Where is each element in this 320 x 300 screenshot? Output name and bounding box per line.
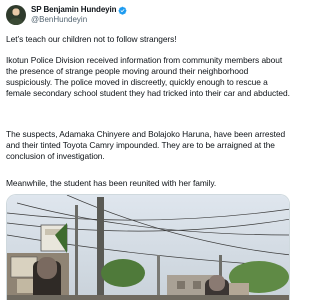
tweet-header: SP Benjamin Hundeyin @BenHundeyin [6, 4, 127, 26]
author-handle[interactable]: @BenHundeyin [31, 15, 127, 25]
tweet-paragraph: Ikotun Police Division received informat… [6, 55, 290, 98]
author-names: SP Benjamin Hundeyin @BenHundeyin [31, 5, 127, 25]
tweet-paragraph: Meanwhile, the student has been reunited… [6, 178, 217, 188]
street-scene-image [7, 195, 289, 300]
author-name-row: SP Benjamin Hundeyin [31, 5, 127, 15]
tweet-paragraph: Let’s teach our children not to follow s… [6, 34, 177, 44]
author-display-name[interactable]: SP Benjamin Hundeyin [31, 5, 117, 15]
tweet-photo[interactable] [6, 194, 290, 300]
verified-badge-icon [119, 6, 127, 15]
tweet-paragraph: The suspects, Adamaka Chinyere and Bolaj… [6, 129, 286, 161]
author-avatar[interactable] [6, 5, 26, 25]
